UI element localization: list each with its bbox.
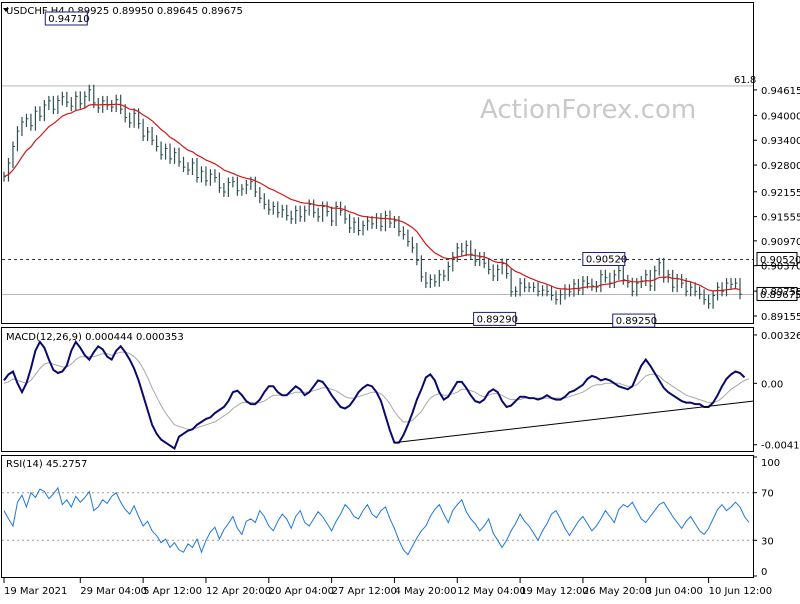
macd-y-tick-label: -0.004144 xyxy=(761,441,800,452)
time-tick-label: 19 Mar 2021 xyxy=(4,586,67,597)
price-annotation-label: 0.90520 xyxy=(586,254,627,265)
actionforex-watermark: ActionForex.com xyxy=(480,95,696,125)
time-tick-label: 19 May 12:00 xyxy=(520,586,589,597)
time-tick-label: 4 May 20:00 xyxy=(394,586,456,597)
price-y-tick-label: 0.90370 xyxy=(761,262,800,273)
price-y-tick-label: 0.94000 xyxy=(761,111,800,122)
price-y-tick-label: 0.92155 xyxy=(761,188,800,199)
time-tick-label: 27 Apr 12:00 xyxy=(332,586,397,597)
price-y-tick-label: 0.89755 xyxy=(761,287,800,298)
price-annotation-label: 0.89290 xyxy=(477,314,518,325)
rsi-y-tick-label: 70 xyxy=(761,489,774,500)
time-tick-label: 29 Mar 04:00 xyxy=(80,586,147,597)
macd-panel-title: MACD(12,26,9) 0.000444 0.000353 xyxy=(6,332,184,343)
time-tick-label: 20 Apr 04:00 xyxy=(269,586,334,597)
rsi-y-tick-label: 100 xyxy=(761,458,780,469)
price-y-tick-label: 0.92800 xyxy=(761,161,800,172)
price-annotation-label: 0.94710 xyxy=(48,14,89,25)
time-tick-label: 12 Apr 20:00 xyxy=(206,586,271,597)
rsi-y-tick-label: 30 xyxy=(761,536,774,547)
fib-61-8-label: 61.8 xyxy=(734,75,756,86)
time-tick-label: 5 Apr 12:00 xyxy=(143,586,202,597)
price-panel-title: USDCHF,H4 0.89925 0.89950 0.89645 0.8967… xyxy=(6,6,243,17)
price-y-tick-label: 0.91555 xyxy=(761,213,800,224)
time-tick-label: 26 May 20:00 xyxy=(583,586,652,597)
price-y-tick-label: 0.90970 xyxy=(761,237,800,248)
rsi-y-tick-label: 0 xyxy=(761,567,767,578)
macd-y-tick-label: 0.00 xyxy=(761,379,783,390)
time-tick-label: 10 Jun 12:00 xyxy=(709,586,773,597)
macd-y-tick-label: 0.003268 xyxy=(761,331,800,342)
price-y-tick-label: 0.94615 xyxy=(761,86,800,97)
price-y-tick-label: 0.89155 xyxy=(761,312,800,323)
usdchf-chart: USDCHF,H4 0.89925 0.89950 0.89645 0.8967… xyxy=(0,0,800,600)
time-tick-label: 3 Jun 04:00 xyxy=(646,586,703,597)
chart-canvas: USDCHF,H4 0.89925 0.89950 0.89645 0.8967… xyxy=(0,0,800,600)
chart-background xyxy=(0,0,800,600)
price-y-tick-label: 0.93400 xyxy=(761,136,800,147)
rsi-panel-title: RSI(14) 45.2757 xyxy=(6,459,87,470)
price-annotation-label: 0.89250 xyxy=(616,316,657,327)
time-tick-label: 12 May 04:00 xyxy=(457,586,526,597)
